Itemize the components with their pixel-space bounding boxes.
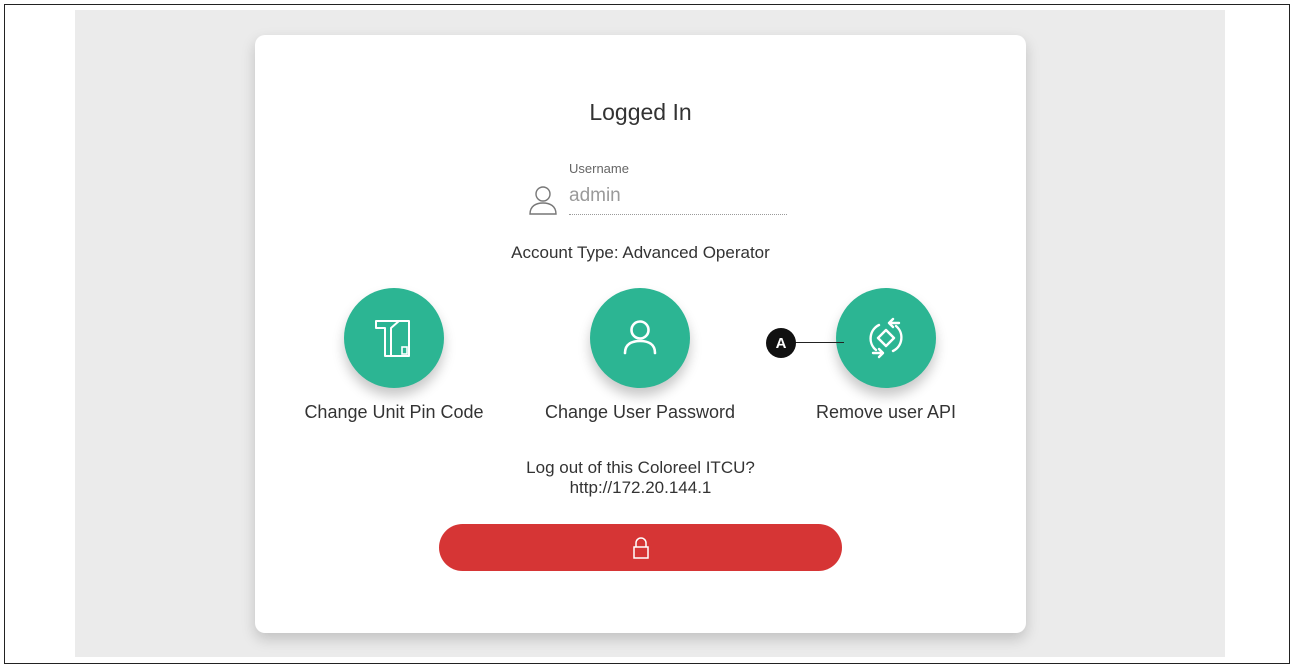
username-label: Username	[569, 161, 629, 176]
username-underline	[569, 214, 787, 215]
user-icon	[623, 320, 657, 355]
unit-pin-circle[interactable]	[344, 288, 444, 388]
remove-user-api-label: Remove user API	[815, 402, 957, 422]
logout-question: Log out of this Coloreel ITCU?	[526, 458, 755, 477]
change-unit-pin-code-button[interactable]: Change Unit Pin Code	[284, 288, 504, 423]
api-sync-icon	[869, 317, 903, 359]
lock-icon	[632, 536, 649, 559]
username-field: Username admin	[527, 159, 787, 219]
logout-button[interactable]	[439, 524, 842, 571]
username-value: admin	[569, 185, 621, 206]
page-title: Logged In	[589, 99, 692, 125]
user-password-circle[interactable]	[590, 288, 690, 388]
change-user-password-button[interactable]: Change User Password	[530, 288, 750, 423]
remove-api-circle[interactable]	[836, 288, 936, 388]
unit-pin-icon	[375, 320, 410, 357]
device-url: http://172.20.144.1	[569, 478, 712, 497]
user-outline-icon	[529, 186, 557, 215]
login-status-card: Logged In Username admin Account Type: A…	[255, 35, 1026, 633]
callout-leader-line	[792, 342, 844, 343]
account-type-text: Account Type: Advanced Operator	[511, 243, 770, 262]
callout-badge-a: A	[766, 328, 796, 358]
logout-prompt: Log out of this Coloreel ITCU? http://17…	[255, 458, 1026, 498]
remove-user-api-button[interactable]: Remove user API	[776, 288, 996, 423]
change-user-password-label: Change User Password	[544, 402, 736, 422]
change-unit-pin-code-label: Change Unit Pin Code	[304, 402, 484, 422]
